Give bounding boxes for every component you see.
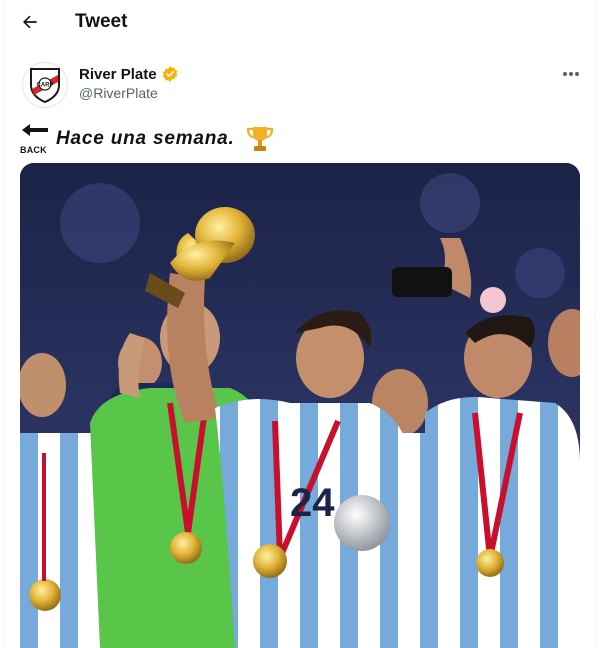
more-options-button[interactable] [556,64,586,84]
page-title: Tweet [75,11,128,32]
arrow-left-icon [22,15,37,29]
back-emoji-label: BACK [20,145,47,155]
back-button[interactable] [14,6,46,38]
author-name-row[interactable]: River Plate [79,65,179,83]
tweet-header: Tweet [0,0,600,44]
trophy-icon [246,127,273,151]
svg-text:CARP: CARP [36,83,53,89]
author-name[interactable]: River Plate [79,66,157,83]
author-handle[interactable]: @RiverPlate [79,85,158,101]
tweet-text-row: BACK Hace una semana. [20,122,275,156]
tweet-text: Hace una semana. [56,128,235,149]
world-cup-celebration-photo: 24 [20,163,580,648]
jersey-number: 24 [290,481,335,525]
verified-badge-icon [162,66,177,82]
more-horizontal-icon [563,72,579,76]
back-arrow-icon [22,124,48,136]
avatar[interactable]: CARP [22,62,68,108]
river-plate-crest-icon: CARP [30,68,60,103]
back-arrow-emoji: BACK [20,123,50,155]
tweet-photo[interactable]: 24 [20,163,580,648]
